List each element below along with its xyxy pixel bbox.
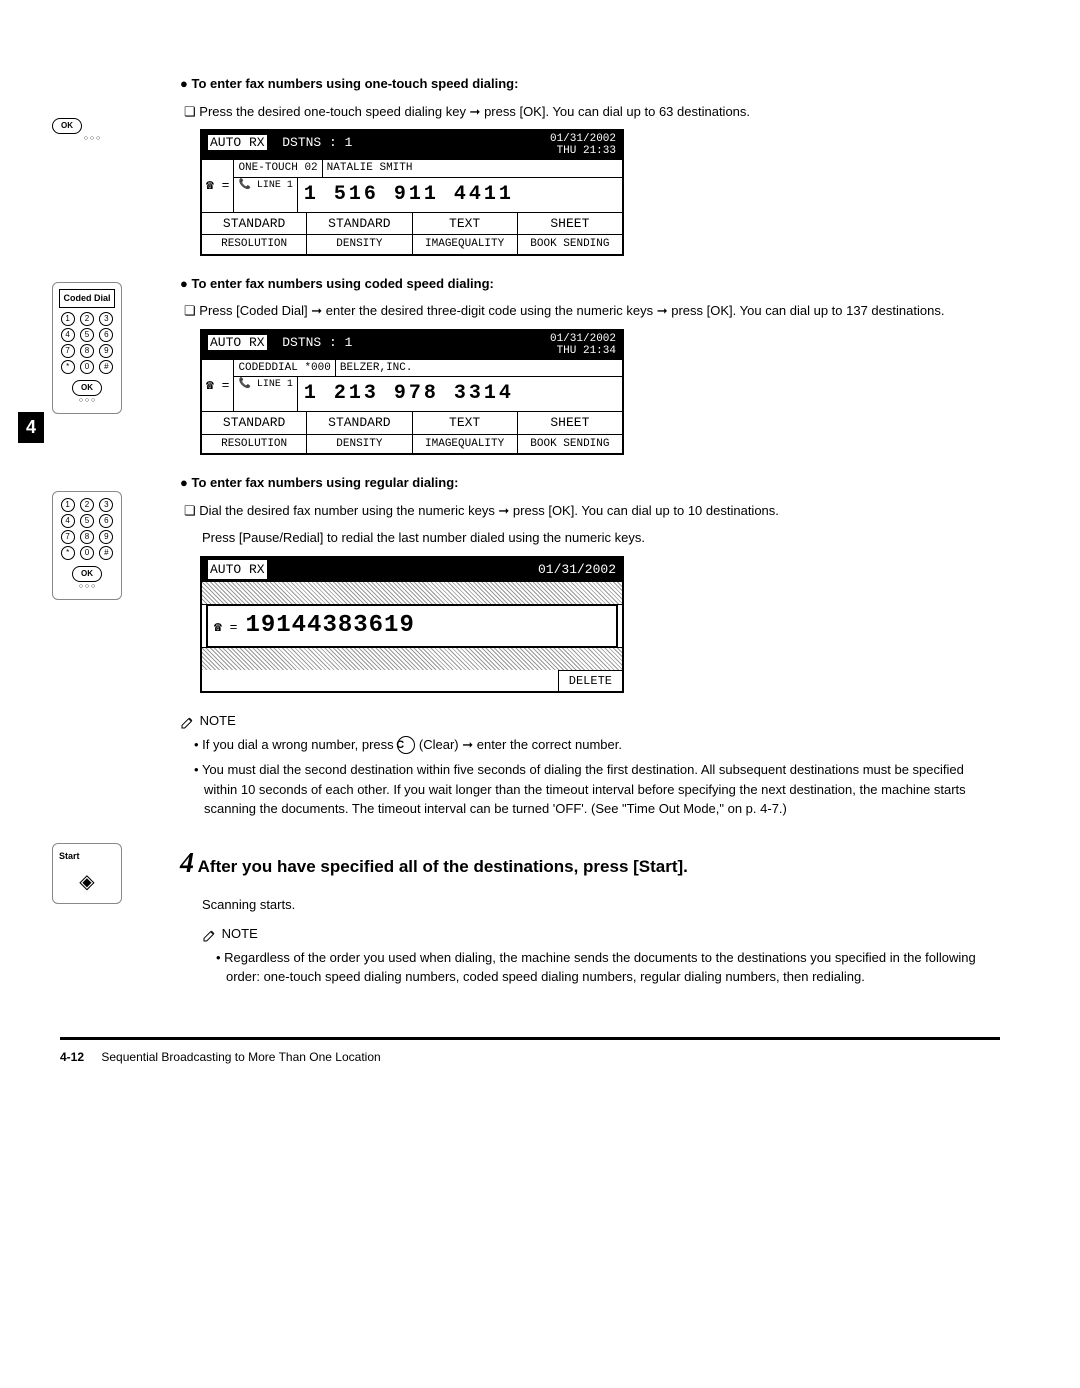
lcd-display-3: AUTO RX01/31/2002 ☎ =19144383619 DELETE (200, 556, 624, 694)
section-one-touch: OK ○ ○ ○ To enter fax numbers using one-… (180, 74, 1000, 256)
pencil-icon (180, 714, 196, 730)
note-heading-1: NOTE (180, 711, 1000, 731)
note-item: If you dial a wrong number, press C (Cle… (194, 735, 1000, 755)
note-item: Regardless of the order you used when di… (216, 948, 1000, 987)
note-list-2: Regardless of the order you used when di… (216, 948, 1000, 987)
heading-regular: To enter fax numbers using regular diali… (180, 473, 1000, 493)
section-coded: Coded Dial 123456789*0# OK ○ ○ ○ To ente… (180, 274, 1000, 456)
heading-one-touch: To enter fax numbers using one-touch spe… (180, 74, 1000, 94)
instruction-redial: Press [Pause/Redial] to redial the last … (202, 528, 1000, 548)
page-footer: 4-12 Sequential Broadcasting to More Tha… (60, 1037, 1000, 1066)
instruction-coded: Press [Coded Dial] ➞ enter the desired t… (202, 301, 1000, 321)
step-heading: After you have specified all of the dest… (198, 857, 688, 876)
clear-key-icon: C (397, 736, 415, 754)
section-regular: 123456789*0# OK ○ ○ ○ To enter fax numbe… (180, 473, 1000, 693)
step-number: 4 (180, 848, 194, 879)
step-body: Scanning starts. (202, 895, 1000, 915)
note-list-1: If you dial a wrong number, press C (Cle… (194, 735, 1000, 819)
pencil-icon (202, 927, 218, 943)
note-heading-2: NOTE (202, 924, 1000, 944)
phone-icon: ☎ = (202, 160, 234, 212)
step-4: Start ◈ 4 After you have specified all o… (180, 843, 1000, 987)
phone-icon: ☎ = (202, 360, 234, 412)
numeric-keypad-icon: 123456789*0# OK ○ ○ ○ (52, 491, 122, 600)
chapter-number-tab: 4 (18, 412, 44, 443)
coded-dial-keypad-icon: Coded Dial 123456789*0# OK ○ ○ ○ (52, 282, 122, 414)
page-number: 4-12 (60, 1050, 84, 1064)
footer-title: Sequential Broadcasting to More Than One… (101, 1050, 380, 1064)
start-key-icon: Start ◈ (52, 843, 122, 905)
instruction-one-touch: Press the desired one-touch speed dialin… (202, 102, 1000, 122)
lcd-display-2: AUTO RX DSTNS : 1 01/31/2002THU 21:34 ☎ … (200, 329, 624, 456)
lcd-display-1: AUTO RX DSTNS : 1 01/31/2002THU 21:33 ☎ … (200, 129, 624, 256)
instruction-regular: Dial the desired fax number using the nu… (202, 501, 1000, 521)
note-item: You must dial the second destination wit… (194, 760, 1000, 819)
heading-coded: To enter fax numbers using coded speed d… (180, 274, 1000, 294)
start-diamond-icon: ◈ (59, 867, 115, 897)
ok-key-icon: OK (52, 118, 82, 134)
